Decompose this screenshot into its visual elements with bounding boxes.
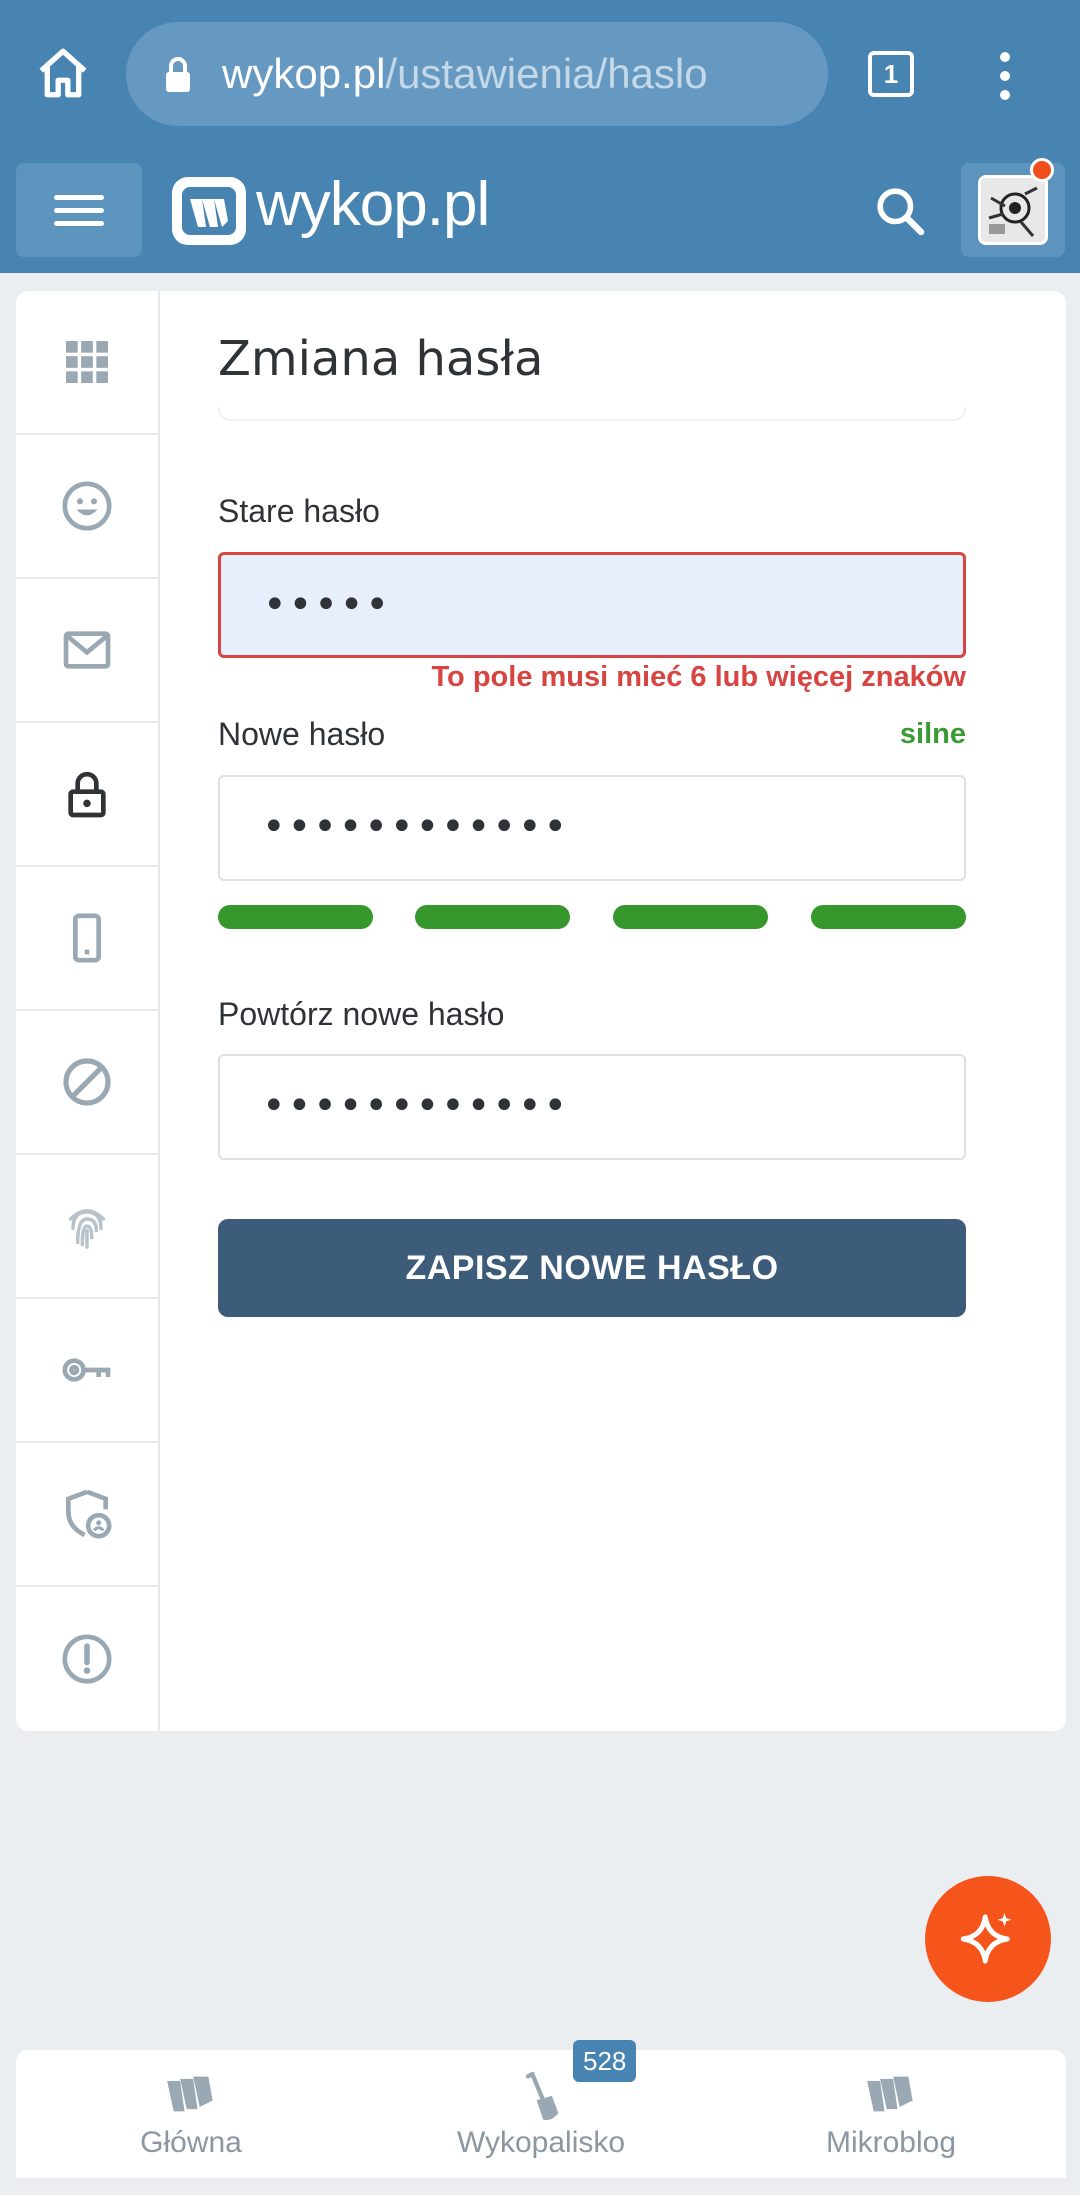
lock-icon (166, 57, 190, 92)
sidebar-item-password[interactable] (16, 723, 158, 867)
shovel-icon (525, 2072, 559, 2121)
nav-item-glowna[interactable]: Główna (41, 2050, 341, 2178)
more-menu-icon[interactable] (996, 52, 1014, 100)
search-icon[interactable] (872, 183, 928, 239)
sidebar-item-profile[interactable] (16, 435, 158, 579)
strength-bar-segment (415, 905, 570, 929)
site-logo-text[interactable]: wykop.pl (256, 169, 490, 240)
sidebar-item-blacklist[interactable] (16, 1011, 158, 1155)
shield-user-icon (66, 1489, 112, 1539)
url-domain: wykop.pl (222, 50, 386, 97)
nav-label: Mikroblog (825, 2126, 957, 2159)
strength-bar-segment (613, 905, 768, 929)
strength-bar-segment (218, 905, 373, 929)
menu-button[interactable] (16, 163, 142, 257)
old-password-error: To pole musi mieć 6 lub więcej znaków (431, 661, 967, 693)
grid-icon (66, 341, 108, 383)
alert-icon (62, 1634, 112, 1684)
nav-item-wykopalisko[interactable]: Wykopalisko (391, 2050, 691, 2178)
bottom-navigation: Główna Wykopalisko 528 Mikroblog (16, 2040, 1066, 2178)
browser-toolbar: wykop.pl/ustawienia/haslo 1 (0, 0, 1080, 147)
url-text: wykop.pl/ustawienia/haslo (222, 47, 708, 101)
repeat-password-field[interactable]: •••••••••••• (218, 1054, 966, 1160)
password-strength-label: silne (899, 718, 966, 750)
user-menu-button[interactable] (961, 158, 1065, 257)
sidebar-item-general[interactable] (16, 291, 158, 435)
old-password-label: Stare hasło (218, 493, 380, 529)
save-password-button[interactable]: ZAPISZ NOWE HASŁO (218, 1219, 966, 1317)
smiley-icon (62, 481, 112, 531)
divider (218, 407, 966, 421)
avatar (978, 175, 1048, 245)
tab-switcher-button[interactable]: 1 (868, 51, 914, 97)
nav-label: Wykopalisko (456, 2126, 626, 2159)
nav-label: Główna (140, 2126, 242, 2159)
sidebar-item-account[interactable] (16, 1587, 158, 1731)
phone-icon (73, 913, 101, 963)
settings-card: Zmiana hasła Stare hasło ••••• To pole m… (16, 291, 1066, 1731)
count-badge: 528 (573, 2040, 637, 2082)
envelope-icon (63, 631, 111, 669)
key-icon (62, 1358, 111, 1382)
url-path: /ustawienia/haslo (385, 50, 708, 97)
nav-item-mikroblog[interactable]: Mikroblog (741, 2050, 1041, 2178)
settings-sidebar (16, 291, 160, 1731)
home-icon[interactable] (34, 44, 92, 102)
sidebar-item-sessions[interactable] (16, 1443, 158, 1587)
repeat-password-label: Powtórz nowe hasło (218, 996, 505, 1032)
sidebar-item-privacy[interactable] (16, 1155, 158, 1299)
wykop-logo-icon (167, 2076, 213, 2112)
block-icon (63, 1058, 111, 1106)
notification-dot (1030, 158, 1054, 182)
fingerprint-icon (68, 1209, 106, 1249)
mikroblog-icon (867, 2076, 913, 2112)
sidebar-item-email[interactable] (16, 579, 158, 723)
ai-assistant-button[interactable] (925, 1876, 1051, 2002)
site-header: wykop.pl (0, 147, 1080, 273)
wykop-logo-icon[interactable] (172, 177, 246, 245)
new-password-label: Nowe hasło (218, 716, 386, 752)
lock-icon (68, 771, 106, 818)
strength-bar-segment (811, 905, 966, 929)
sidebar-item-phone[interactable] (16, 867, 158, 1011)
new-password-field[interactable]: •••••••••••• (218, 775, 966, 881)
old-password-field[interactable]: ••••• (218, 552, 966, 658)
sidebar-item-api-keys[interactable] (16, 1299, 158, 1443)
page-title: Zmiana hasła (218, 331, 544, 387)
sparkle-icon (960, 1912, 1012, 1964)
address-bar[interactable]: wykop.pl/ustawienia/haslo (126, 22, 828, 126)
